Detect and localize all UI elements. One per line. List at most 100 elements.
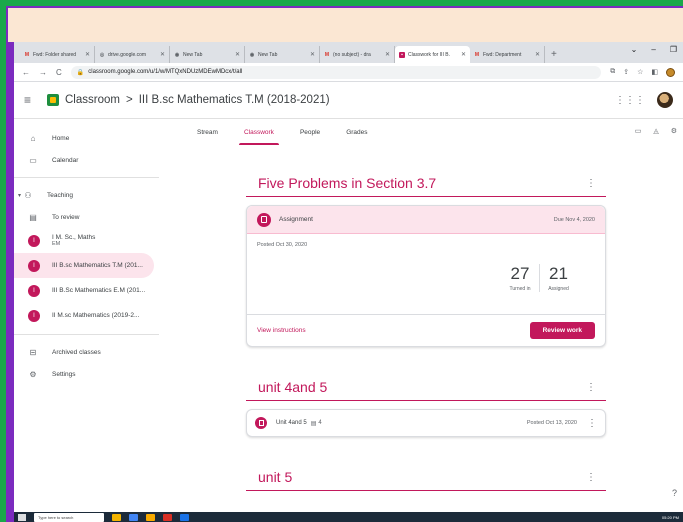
material-card[interactable]: Unit 4and 5 ▤ 4 Posted Oct 13, 2020 ⋮: [246, 409, 606, 437]
classwork-list: Five Problems in Section 3.7 ⋮ Assignmen…: [246, 170, 606, 499]
taskbar-app-icon[interactable]: [180, 513, 189, 521]
url-input[interactable]: 🔒 classroom.google.com/u/1/w/MTQxNDUzMDE…: [70, 65, 602, 79]
profile-avatar[interactable]: [666, 67, 675, 77]
comment-icon: ▤: [310, 420, 317, 427]
topic-section: unit 5 ⋮: [246, 464, 606, 491]
class-avatar: I: [28, 309, 40, 322]
help-icon[interactable]: ?: [672, 488, 677, 498]
restore-icon[interactable]: ❐: [670, 45, 677, 54]
sidebar-item-home[interactable]: ⌂ Home: [14, 127, 159, 149]
apps-grid-icon[interactable]: ⋮⋮⋮: [615, 95, 645, 106]
assigned-label: Assigned: [548, 286, 569, 292]
sidebar-item-to-review[interactable]: ▤ To review: [14, 206, 159, 228]
turned-in-count: 27: [510, 264, 530, 283]
classroom-logo[interactable]: [47, 94, 59, 106]
sidebar-item-class[interactable]: I III B.Sc Mathematics E.M (201...: [14, 278, 159, 303]
assignment-header[interactable]: Assignment Due Nov 4, 2020: [247, 206, 605, 234]
tab-search-icon[interactable]: ⌄: [631, 45, 638, 54]
reload-icon[interactable]: C: [56, 68, 62, 77]
browser-tab[interactable]: M Fwd: Folder shared ✕: [20, 46, 95, 63]
tab-label: (no subject) - dra: [333, 51, 371, 58]
close-icon[interactable]: ✕: [160, 51, 165, 58]
more-options-icon[interactable]: ⋮: [586, 382, 596, 393]
close-icon[interactable]: ✕: [385, 51, 390, 58]
close-icon[interactable]: ✕: [310, 51, 315, 58]
sidebar-item-class[interactable]: I II M.sc Mathematics (2019-2...: [14, 303, 159, 328]
user-avatar[interactable]: [657, 92, 673, 108]
due-date: Due Nov 4, 2020: [553, 216, 595, 223]
menu-icon[interactable]: ≡: [24, 93, 44, 107]
topic-title[interactable]: Five Problems in Section 3.7: [258, 175, 436, 191]
close-icon[interactable]: ✕: [461, 51, 466, 58]
sidebar-item-label: I M. Sc., Maths: [52, 234, 96, 241]
tab-stream[interactable]: Stream: [184, 119, 231, 145]
browser-tab-active[interactable]: ▪ Classwork for III B. ✕: [395, 46, 470, 63]
class-avatar: I: [28, 259, 40, 272]
classroom-icon: ▪: [399, 51, 405, 58]
app-header: ≡ Classroom > III B.sc Mathematics T.M (…: [14, 82, 683, 119]
windows-start-icon[interactable]: [18, 513, 26, 521]
close-icon[interactable]: ✕: [535, 51, 540, 58]
window-controls: ⌄ – ❐: [631, 45, 677, 54]
tab-label: New Tab: [258, 51, 278, 58]
more-options-icon[interactable]: ⋮: [587, 418, 597, 429]
gmail-icon: M: [24, 51, 30, 58]
sidebar-item-label: II M.sc Mathematics (2019-2...: [52, 312, 140, 319]
sidebar: ⌂ Home ▭ Calendar ▾ ⚇ Teaching ▤ To revi…: [14, 127, 159, 512]
topic-title[interactable]: unit 4and 5: [258, 379, 327, 395]
topic-header: unit 4and 5 ⋮: [246, 374, 606, 400]
assignment-body: Posted Oct 30, 2020 27 Turned in 21 Assi…: [247, 234, 605, 314]
taskbar-app-icon[interactable]: [112, 513, 121, 521]
more-options-icon[interactable]: ⋮: [586, 472, 596, 483]
sidepanel-icon[interactable]: ◧: [651, 68, 658, 76]
tab-classwork[interactable]: Classwork: [231, 119, 287, 145]
class-name[interactable]: III B.sc Mathematics T.M (2018-2021): [139, 94, 330, 106]
taskbar-search[interactable]: Type here to search: [34, 512, 104, 522]
view-instructions-link[interactable]: View instructions: [257, 327, 306, 334]
browser-tab[interactable]: M (no subject) - dra ✕: [320, 46, 395, 63]
turned-in-label: Turned in: [509, 286, 531, 292]
drive-icon: ◎: [99, 51, 105, 58]
lock-icon: 🔒: [76, 69, 85, 76]
minimize-icon[interactable]: –: [651, 45, 655, 54]
sidebar-item-archived[interactable]: ⊟ Archived classes: [14, 341, 159, 363]
gmail-icon: M: [474, 51, 480, 58]
sidebar-item-class-selected[interactable]: I III B.sc Mathematics T.M (201...: [14, 253, 154, 278]
folder-icon[interactable]: [146, 513, 155, 521]
review-work-button[interactable]: Review work: [529, 322, 595, 339]
assignment-card[interactable]: Assignment Due Nov 4, 2020 Posted Oct 30…: [246, 205, 606, 347]
archive-icon: ⊟: [29, 347, 37, 357]
turned-in-stat[interactable]: 27 Turned in: [501, 264, 539, 292]
browser-tab[interactable]: ◉ New Tab ✕: [245, 46, 320, 63]
browser-tab[interactable]: ◎ drive.google.com ✕: [95, 46, 170, 63]
sidebar-item-settings[interactable]: ⚙ Settings: [14, 363, 159, 385]
taskbar-app-icon[interactable]: [163, 513, 172, 521]
sidebar-item-calendar[interactable]: ▭ Calendar: [14, 149, 159, 171]
forward-icon[interactable]: →: [39, 68, 47, 77]
sidebar-item-teaching[interactable]: ▾ ⚇ Teaching: [14, 184, 159, 206]
back-icon[interactable]: ←: [22, 68, 30, 77]
install-icon[interactable]: ⧉: [610, 68, 615, 76]
topic-divider: [246, 400, 606, 401]
close-icon[interactable]: ✕: [85, 51, 90, 58]
gear-icon: ⚙: [29, 369, 37, 379]
class-avatar: I: [28, 284, 40, 297]
drive-folder-icon[interactable]: ◬: [653, 127, 658, 135]
calendar-icon[interactable]: ▭: [635, 127, 642, 135]
class-avatar: I: [28, 234, 40, 247]
topic-title[interactable]: unit 5: [258, 469, 292, 485]
tab-people[interactable]: People: [287, 119, 333, 145]
star-icon[interactable]: ☆: [637, 68, 643, 76]
browser-tab[interactable]: M Fwd: Department ✕: [470, 46, 545, 63]
assigned-stat[interactable]: 21 Assigned: [539, 264, 577, 292]
browser-tab[interactable]: ◉ New Tab ✕: [170, 46, 245, 63]
close-icon[interactable]: ✕: [235, 51, 240, 58]
more-options-icon[interactable]: ⋮: [586, 178, 596, 189]
app-name[interactable]: Classroom: [65, 94, 120, 106]
settings-icon[interactable]: ⚙: [671, 127, 677, 135]
chrome-icon[interactable]: [129, 513, 138, 521]
share-icon[interactable]: ⇪: [623, 68, 629, 76]
sidebar-item-class[interactable]: I I M. Sc., Maths EM: [14, 228, 159, 253]
tab-grades[interactable]: Grades: [333, 119, 380, 145]
new-tab-button[interactable]: +: [551, 46, 557, 63]
